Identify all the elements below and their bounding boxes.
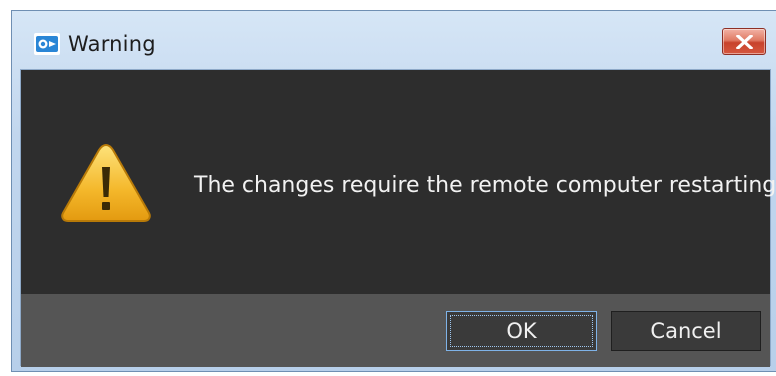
warning-triangle-icon: [59, 141, 153, 225]
title-bar[interactable]: Warning: [12, 11, 776, 69]
cancel-button-label: Cancel: [650, 319, 722, 343]
dialog-client-area: The changes require the remote computer …: [20, 69, 776, 367]
close-icon: [736, 35, 753, 49]
remote-desktop-app-icon: [34, 33, 60, 55]
close-button[interactable]: [722, 28, 766, 55]
ok-button-label: OK: [506, 319, 537, 343]
dialog-message: The changes require the remote computer …: [194, 173, 776, 198]
dialog-content: The changes require the remote computer …: [21, 70, 776, 294]
dialog-button-bar: OK Cancel: [21, 294, 770, 367]
ok-button[interactable]: OK: [446, 311, 597, 351]
window-title: Warning: [68, 32, 156, 56]
warning-dialog-window: Warning The changes require the remote c…: [11, 10, 776, 372]
cancel-button[interactable]: Cancel: [611, 311, 761, 351]
